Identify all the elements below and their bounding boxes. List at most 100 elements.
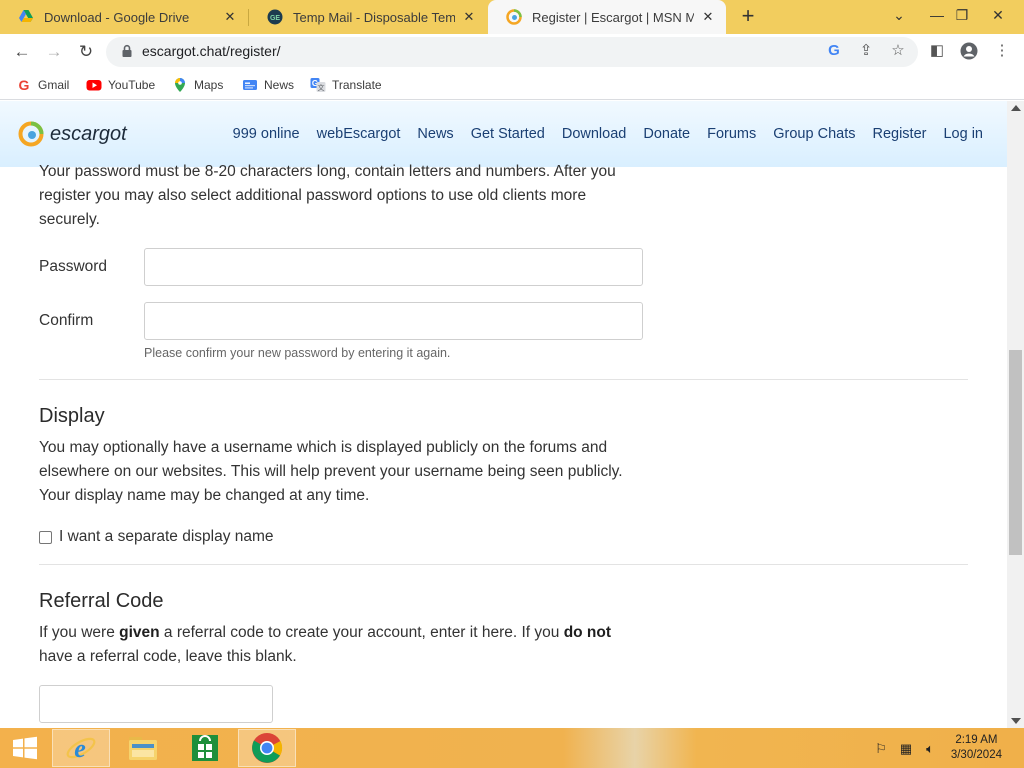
- confirm-password-field[interactable]: [144, 302, 643, 340]
- reload-icon[interactable]: ↻: [74, 40, 98, 64]
- scroll-down-icon[interactable]: [1011, 718, 1021, 724]
- close-tab-icon[interactable]: ✕: [222, 9, 238, 25]
- system-clock[interactable]: 2:19 AM 3/30/2024: [951, 733, 1002, 763]
- nav-news[interactable]: News: [417, 126, 453, 142]
- volume-muted-icon[interactable]: 🔈︎: [922, 741, 938, 757]
- display-name-option[interactable]: I want a separate display name: [39, 528, 274, 546]
- bookmark-maps[interactable]: Maps: [172, 76, 223, 94]
- lock-icon[interactable]: [120, 44, 134, 58]
- tab-search-icon[interactable]: ⌄: [888, 2, 910, 30]
- nav-donate[interactable]: Donate: [643, 126, 690, 142]
- display-name-checkbox[interactable]: [39, 530, 52, 544]
- bookmark-news[interactable]: News: [242, 76, 294, 94]
- tab-title: Temp Mail - Disposable Tempora: [293, 9, 455, 25]
- news-icon: [243, 80, 257, 90]
- taskbar-google-chrome[interactable]: [238, 729, 296, 767]
- clock-time: 2:19 AM: [955, 734, 998, 746]
- nav-group-chats[interactable]: Group Chats: [773, 126, 855, 142]
- flag-notification-icon[interactable]: ⚐: [873, 741, 889, 757]
- folder-icon: [129, 737, 157, 760]
- bookmark-gmail[interactable]: G Gmail: [16, 76, 70, 94]
- scrollbar-thumb[interactable]: [1009, 350, 1022, 555]
- ie-icon: e: [66, 734, 96, 763]
- page-scrollbar[interactable]: [1007, 101, 1024, 728]
- bookmarks-bar: G Gmail YouTube Maps News G 文 Translate: [0, 70, 1024, 100]
- referral-code-field[interactable]: [39, 685, 273, 723]
- page-viewport: escargot 999 online webEscargot News Get…: [0, 101, 1007, 728]
- referral-text: a referral code to create your account, …: [159, 624, 564, 641]
- gmail-icon: G: [19, 77, 30, 93]
- taskbar-file-explorer[interactable]: [114, 729, 172, 767]
- youtube-icon: [86, 80, 102, 91]
- maps-icon: [175, 78, 185, 92]
- escargot-logo[interactable]: escargot: [18, 120, 127, 148]
- nav-download[interactable]: Download: [562, 126, 627, 142]
- nav-get-started[interactable]: Get Started: [471, 126, 545, 142]
- back-icon[interactable]: ←: [10, 40, 34, 64]
- start-button[interactable]: [4, 729, 46, 767]
- side-panel-icon[interactable]: ◧: [928, 42, 946, 60]
- scroll-up-icon[interactable]: [1011, 105, 1021, 111]
- bookmark-youtube[interactable]: YouTube: [86, 76, 155, 94]
- section-divider: [39, 379, 968, 380]
- section-divider: [39, 564, 968, 565]
- nav-online-count[interactable]: 999 online: [233, 126, 300, 142]
- nav-webescargot[interactable]: webEscargot: [317, 126, 401, 142]
- svg-text:G: G: [19, 77, 30, 93]
- close-window-button[interactable]: ✕: [981, 2, 1015, 30]
- close-tab-icon[interactable]: ✕: [461, 9, 477, 25]
- close-tab-icon[interactable]: ✕: [700, 9, 716, 25]
- bookmark-label: Maps: [194, 78, 224, 92]
- share-icon[interactable]: ⇪: [857, 42, 875, 60]
- confirm-label: Confirm: [39, 312, 94, 329]
- taskbar-internet-explorer[interactable]: e: [52, 729, 110, 767]
- taskbar-windows-store[interactable]: [176, 729, 234, 767]
- translate-icon: G 文: [310, 78, 326, 92]
- logo-text: escargot: [50, 122, 127, 145]
- bookmark-label: Gmail: [38, 78, 70, 92]
- referral-text: have a referral code, leave this blank.: [39, 648, 297, 665]
- password-label: Password: [39, 258, 108, 275]
- chrome-icon: [252, 733, 283, 763]
- referral-emphasis-do-not: do not: [563, 624, 612, 641]
- site-header: escargot 999 online webEscargot News Get…: [0, 101, 1007, 167]
- display-name-checkbox-label[interactable]: I want a separate display name: [59, 528, 274, 546]
- store-icon: [192, 735, 218, 761]
- referral-text: If you were: [39, 624, 120, 641]
- bookmark-label: Translate: [332, 78, 382, 92]
- nav-forums[interactable]: Forums: [707, 126, 756, 142]
- google-lens-icon[interactable]: G: [825, 42, 843, 60]
- password-intro: Your password must be 8-20 characters lo…: [39, 163, 616, 228]
- windows-logo-icon: [13, 736, 37, 760]
- tab-temp-mail[interactable]: GE Temp Mail - Disposable Tempora ✕: [249, 0, 487, 34]
- forward-icon[interactable]: →: [42, 40, 66, 64]
- escargot-icon: [506, 9, 522, 25]
- tab-google-drive[interactable]: Download - Google Drive ✕: [0, 0, 248, 34]
- referral-emphasis-given: given: [119, 624, 160, 641]
- new-tab-button[interactable]: +: [736, 5, 760, 29]
- bookmark-star-icon[interactable]: ☆: [889, 42, 907, 60]
- clock-date: 3/30/2024: [950, 749, 1002, 761]
- minimize-button[interactable]: —: [924, 2, 950, 30]
- restore-button[interactable]: ❐: [952, 2, 972, 30]
- nav-log-in[interactable]: Log in: [943, 126, 983, 142]
- temp-mail-icon: GE: [267, 9, 283, 25]
- display-heading: Display: [39, 405, 105, 427]
- network-icon[interactable]: ▦: [898, 741, 914, 757]
- more-menu-icon[interactable]: ⋮: [993, 42, 1011, 60]
- tab-title: Register | Escargot | MSN Messen: [532, 9, 694, 25]
- confirm-hint: Please confirm your new password by ente…: [144, 346, 451, 360]
- tab-strip: Download - Google Drive ✕ GE Temp Mail -…: [0, 0, 1024, 34]
- tab-title: Download - Google Drive: [44, 9, 190, 25]
- tab-escargot-register[interactable]: Register | Escargot | MSN Messen ✕: [488, 0, 726, 34]
- nav-register[interactable]: Register: [872, 126, 926, 142]
- site-nav: 999 online webEscargot News Get Started …: [233, 126, 983, 142]
- password-field[interactable]: [144, 248, 643, 286]
- display-description: You may optionally have a username which…: [39, 439, 623, 504]
- bookmark-translate[interactable]: G 文 Translate: [310, 76, 382, 94]
- url-text[interactable]: escargot.chat/register/: [142, 43, 281, 59]
- svg-text:e: e: [74, 734, 86, 763]
- bookmark-label: YouTube: [108, 78, 156, 92]
- profile-avatar-icon[interactable]: [960, 42, 978, 60]
- windows-taskbar: e ⚐ ▦ 🔈︎ 2:19 AM 3/30/2024: [0, 728, 1024, 768]
